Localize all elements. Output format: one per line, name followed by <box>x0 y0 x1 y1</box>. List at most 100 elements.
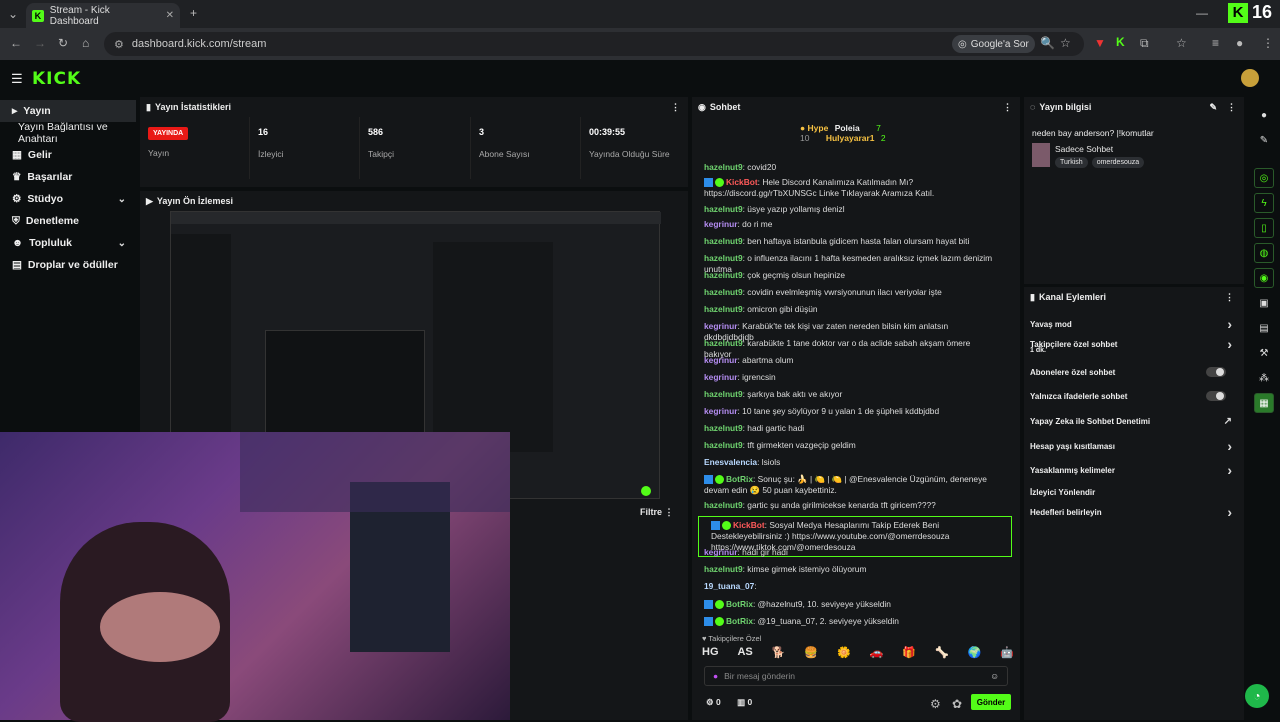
emote-button[interactable]: 🍔 <box>804 646 818 662</box>
media-icon[interactable]: ≡ <box>1212 36 1219 50</box>
chat-username[interactable]: kegrinur <box>704 219 738 229</box>
tab-close-icon[interactable]: ✕ <box>166 10 174 21</box>
rail-wrench-icon[interactable]: ⚒ <box>1254 343 1274 363</box>
tag-chip[interactable]: omerdesouza <box>1091 157 1145 168</box>
rail-chat-icon[interactable]: ◍ <box>1254 243 1274 263</box>
extensions-icon[interactable]: ⧉ <box>1140 36 1149 51</box>
sidebar-item-gelir[interactable]: ▦ Gelir <box>0 144 136 166</box>
emote-button[interactable]: AS <box>737 646 752 662</box>
kebab-menu-icon[interactable]: ⋮ <box>1225 292 1234 303</box>
rail-record-icon[interactable]: ● <box>1254 105 1274 125</box>
site-info-icon[interactable]: ⚙ <box>114 38 124 51</box>
filter-button[interactable]: Filtre ⋮ <box>640 507 674 518</box>
send-button[interactable]: Gönder <box>971 694 1011 710</box>
toggle-switch[interactable] <box>1206 391 1226 401</box>
rail-focus-icon[interactable]: ◎ <box>1254 168 1274 188</box>
channel-action-item[interactable]: Yasaklanmış kelimeler › <box>1024 460 1244 480</box>
sidebar-item-droplar[interactable]: ▤ Droplar ve ödüller <box>0 254 136 276</box>
back-icon[interactable]: ← <box>10 36 22 50</box>
browser-tab[interactable]: K Stream - Kick Dashboard ✕ <box>26 3 180 28</box>
emote-picker-icon[interactable]: ✿ <box>952 697 962 711</box>
channel-action-item[interactable]: Yalnızca ifadelerle sohbet <box>1024 386 1244 406</box>
sidebar-item-studyo[interactable]: ⚙ Stüdyo ⌄ <box>0 188 136 210</box>
tab-list-icon[interactable]: ⌄ <box>8 7 18 21</box>
emote-button[interactable]: 🌼 <box>837 646 851 662</box>
sidebar-item-stream-key[interactable]: Yayın Bağlantısı ve Anahtarı <box>0 121 136 145</box>
edit-pencil-icon[interactable]: ✎ <box>1209 102 1217 113</box>
chat-username[interactable]: hazelnut9 <box>704 162 743 172</box>
chat-username[interactable]: 19_tuana_07 <box>704 581 754 591</box>
channel-action-item[interactable]: Hesap yaşı kısıtlaması › <box>1024 436 1244 456</box>
extension-red-icon[interactable]: ▼ <box>1094 36 1106 50</box>
extension-kick-icon[interactable]: K <box>1116 35 1125 49</box>
emoji-icon[interactable]: ☺ <box>990 671 999 681</box>
channel-action-item[interactable]: Yavaş mod › <box>1024 314 1244 334</box>
chat-username[interactable]: kegrinur <box>704 547 738 557</box>
rail-bolt-icon[interactable]: ϟ <box>1254 193 1274 213</box>
chat-username[interactable]: BotRix <box>726 616 753 626</box>
channel-action-item[interactable]: Hedefleri belirleyin › <box>1024 502 1244 522</box>
channel-action-item[interactable]: İzleyici Yönlendir <box>1024 482 1244 502</box>
chat-username[interactable]: kegrinur <box>704 372 738 382</box>
rail-share-icon[interactable]: ⁂ <box>1254 368 1274 388</box>
emote-button[interactable]: 🦴 <box>935 646 949 662</box>
mic-icon[interactable]: ● <box>713 671 718 681</box>
toggle-switch[interactable] <box>1206 367 1226 377</box>
sidebar-item-yayin[interactable]: ▸ Yayın <box>0 100 136 122</box>
sidebar-item-topluluk[interactable]: ☻ Topluluk ⌄ <box>0 232 136 254</box>
rail-active-icon[interactable]: ▦ <box>1254 393 1274 413</box>
emote-button[interactable]: 🐕 <box>772 646 786 662</box>
chat-username[interactable]: KickBot <box>733 520 765 530</box>
bookmark-star-icon[interactable]: ☆ <box>1060 36 1071 50</box>
chat-username[interactable]: hazelnut9 <box>704 338 743 348</box>
chat-username[interactable]: hazelnut9 <box>704 304 743 314</box>
chat-username[interactable]: BotRix <box>726 474 753 484</box>
user-avatar[interactable] <box>1241 69 1259 87</box>
sidebar-item-denetleme[interactable]: ⛨ Denetleme <box>0 210 136 232</box>
chat-username[interactable]: hazelnut9 <box>704 564 743 574</box>
profile-icon[interactable]: ● <box>1236 36 1243 50</box>
channel-action-item[interactable]: Abonelere özel sohbet <box>1024 362 1244 382</box>
chat-username[interactable]: kegrinur <box>704 355 738 365</box>
new-tab-icon[interactable]: + <box>190 6 197 20</box>
emote-button[interactable]: 🤖 <box>1000 646 1014 662</box>
reading-list-icon[interactable]: ☆ <box>1176 36 1187 50</box>
chat-username[interactable]: hazelnut9 <box>704 204 743 214</box>
hamburger-icon[interactable]: ☰ <box>11 71 23 87</box>
settings-gear-icon[interactable]: ⚙ <box>930 697 941 711</box>
chat-username[interactable]: hazelnut9 <box>704 253 743 263</box>
sidebar-item-basarilar[interactable]: ♛ Başarılar <box>0 166 136 188</box>
chat-username[interactable]: Enesvalencia <box>704 457 757 467</box>
channel-action-item[interactable]: Takipçilere özel sohbet 1 dk. › <box>1024 334 1244 354</box>
kebab-menu-icon[interactable]: ⋮ <box>1227 102 1236 113</box>
emote-button[interactable]: 🌍 <box>968 646 982 662</box>
chat-username[interactable]: hazelnut9 <box>704 500 743 510</box>
url-input[interactable]: ⚙ dashboard.kick.com/stream <box>104 32 1084 56</box>
chat-username[interactable]: kegrinur <box>704 406 738 416</box>
emote-button[interactable]: 🚗 <box>870 646 884 662</box>
google-ask-button[interactable]: ◎ Google'a Sor <box>952 35 1035 53</box>
forward-icon[interactable]: → <box>34 36 46 50</box>
kick-logo[interactable]: KICK <box>32 69 81 89</box>
chat-input[interactable]: ● Bir mesaj gönderin ☺ <box>704 666 1008 686</box>
home-icon[interactable]: ⌂ <box>82 36 89 50</box>
rail-pencil-icon[interactable]: ✎ <box>1254 130 1274 150</box>
rail-video-icon[interactable]: ▣ <box>1254 293 1274 313</box>
browser-menu-icon[interactable]: ⋮ <box>1262 36 1274 50</box>
kebab-menu-icon[interactable]: ⋮ <box>671 102 680 113</box>
rail-screen-icon[interactable]: ▤ <box>1254 318 1274 338</box>
chat-username[interactable]: hazelnut9 <box>704 270 743 280</box>
chat-username[interactable]: hazelnut9 <box>704 423 743 433</box>
channel-action-item[interactable]: Yapay Zeka ile Sohbet Denetimi ↗ <box>1024 411 1244 431</box>
reload-icon[interactable]: ↻ <box>58 36 68 50</box>
rail-phone-icon[interactable]: ▯ <box>1254 218 1274 238</box>
emote-button[interactable]: 🎁 <box>902 646 916 662</box>
chat-username[interactable]: hazelnut9 <box>704 389 743 399</box>
zoom-icon[interactable]: 🔍 <box>1040 36 1055 50</box>
chat-username[interactable]: kegrinur <box>704 321 738 331</box>
tag-chip[interactable]: Turkish <box>1055 157 1088 168</box>
kebab-menu-icon[interactable]: ⋮ <box>1003 102 1012 113</box>
chat-username[interactable]: hazelnut9 <box>704 236 743 246</box>
help-chat-icon[interactable]: ◔ <box>1245 684 1269 708</box>
minimize-icon[interactable]: — <box>1196 6 1208 20</box>
